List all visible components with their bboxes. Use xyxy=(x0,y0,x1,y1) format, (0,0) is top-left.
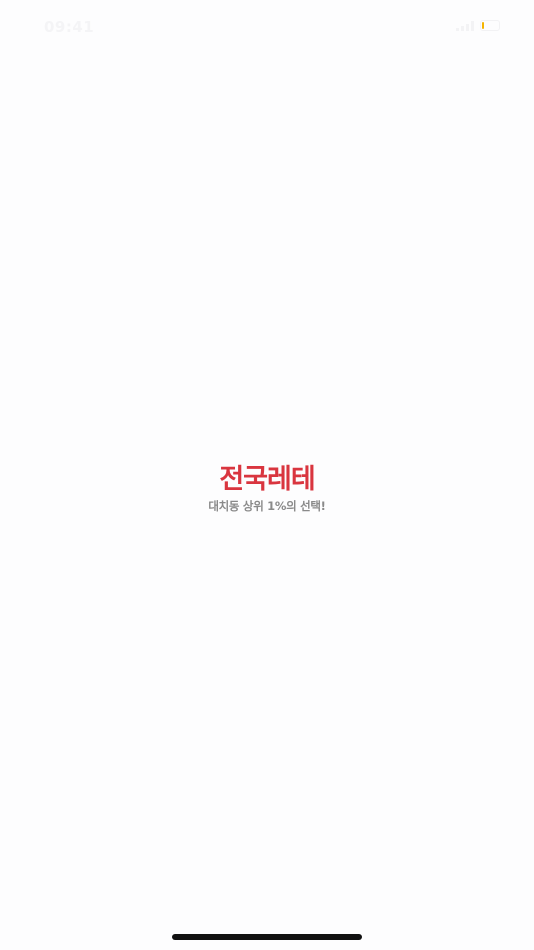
signal-icon xyxy=(456,20,474,31)
app-tagline: 대치동 상위 1%의 선택! xyxy=(208,499,326,513)
app-logo: 전국레테 xyxy=(219,464,315,495)
battery-icon xyxy=(480,20,500,31)
status-bar: 09:41 xyxy=(0,0,534,54)
home-indicator[interactable] xyxy=(172,934,362,940)
battery-level xyxy=(482,22,484,29)
status-icons xyxy=(456,20,500,31)
splash-screen: 09:41 전국레테 대치동 상위 1%의 선택! xyxy=(0,0,534,950)
splash-content: 전국레테 대치동 상위 1%의 선택! xyxy=(0,462,534,514)
status-time: 09:41 xyxy=(44,18,95,36)
